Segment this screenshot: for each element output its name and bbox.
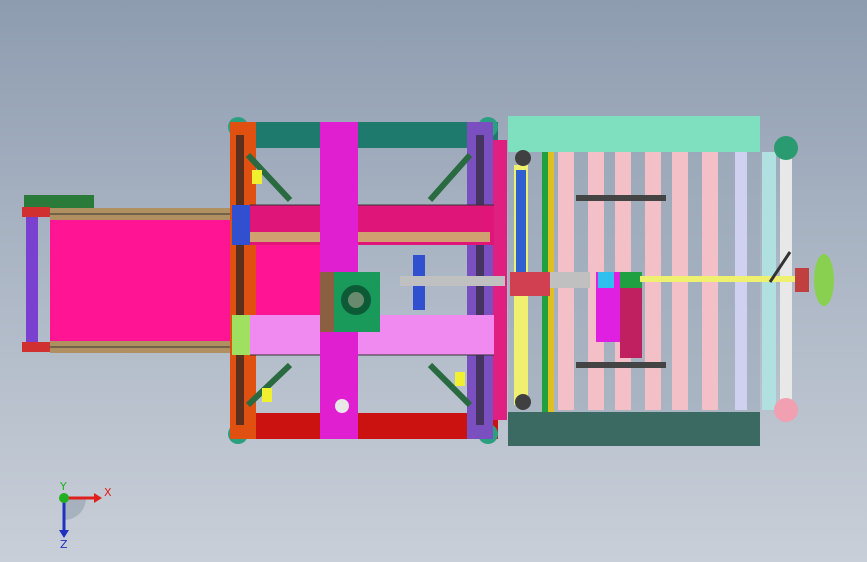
bottom-knob bbox=[515, 394, 531, 410]
reference-triad: X Y Z bbox=[59, 480, 112, 550]
infeed-conveyor[interactable] bbox=[22, 195, 230, 353]
brace-top-right bbox=[427, 153, 473, 202]
handwheel-shaft bbox=[640, 276, 805, 282]
roller-cover-bottom bbox=[508, 412, 760, 446]
infeed-drive-roller bbox=[26, 217, 38, 342]
machine-assembly-model[interactable] bbox=[0, 0, 867, 562]
roller-section[interactable] bbox=[508, 116, 834, 446]
infeed-end-bracket-bottom bbox=[22, 342, 50, 352]
infeed-motor-housing bbox=[24, 195, 94, 209]
y-axis-dot bbox=[59, 493, 69, 503]
x-axis-label: X bbox=[104, 486, 112, 499]
y-axis-label: Y bbox=[59, 480, 67, 493]
cad-viewport[interactable]: X Y Z bbox=[0, 0, 867, 562]
column-pin bbox=[335, 399, 349, 413]
roller-clamp bbox=[510, 272, 550, 296]
handwheel[interactable] bbox=[814, 254, 834, 306]
top-knob bbox=[515, 150, 531, 166]
z-axis-label: Z bbox=[60, 538, 68, 550]
roller-cover-top bbox=[508, 116, 760, 152]
infeed-belt bbox=[50, 220, 230, 341]
roller-caster-bottom bbox=[774, 398, 798, 422]
main-frame[interactable] bbox=[228, 117, 507, 444]
frame-top-bar bbox=[248, 122, 498, 148]
roller-caster-top bbox=[774, 136, 798, 160]
frame-bottom-bar bbox=[248, 413, 498, 439]
infeed-end-bracket-top bbox=[22, 207, 50, 217]
